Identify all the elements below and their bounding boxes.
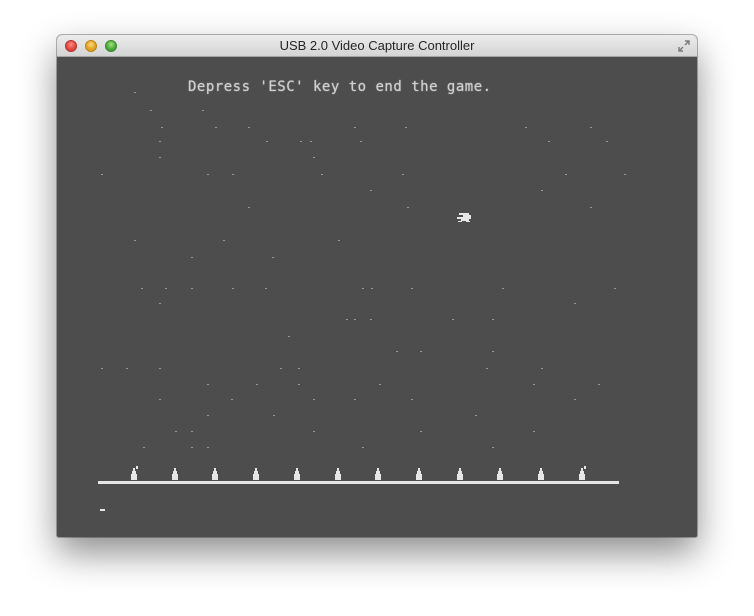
title-bar[interactable]: USB 2.0 Video Capture Controller [57, 35, 697, 57]
app-window: USB 2.0 Video Capture Controller Depress… [57, 35, 697, 537]
window-title: USB 2.0 Video Capture Controller [279, 38, 475, 53]
game-screen[interactable]: Depress 'ESC' key to end the game. [57, 57, 697, 537]
cursor-mark [100, 509, 105, 511]
cursor-bar [100, 509, 105, 511]
fullscreen-icon[interactable] [677, 39, 691, 53]
